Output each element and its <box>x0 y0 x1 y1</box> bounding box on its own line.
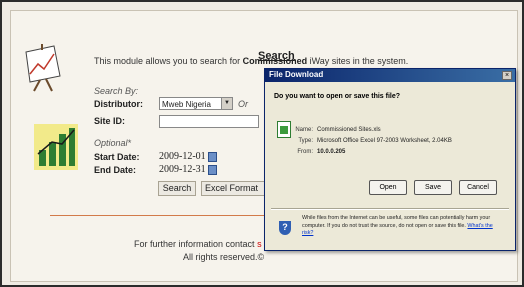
intro-prefix: This module allows you to search for <box>94 56 243 66</box>
footer-contact-text: For further information contact <box>134 239 258 249</box>
chart-easel-icon <box>25 44 61 92</box>
divider <box>50 215 264 216</box>
distributor-label: Distributor: <box>94 99 143 109</box>
start-date-label: Start Date: <box>94 152 140 162</box>
open-button[interactable]: Open <box>369 180 407 195</box>
footer-copyright: All rights reserved.© <box>183 252 265 262</box>
page-frame: Search This module allows you to search … <box>0 0 524 287</box>
file-download-dialog: File Download × Do you want to open or s… <box>264 68 516 251</box>
intro-suffix: iWay sites in the system. <box>307 56 409 66</box>
footer-contact: For further information contact s <box>134 239 262 249</box>
file-name-value: Commissioned Sites.xls <box>317 127 381 133</box>
start-date-value: 2009-12-01 <box>159 151 206 162</box>
file-name-label: Name: <box>295 127 313 133</box>
search-button[interactable]: Search <box>158 181 196 196</box>
cancel-button[interactable]: Cancel <box>459 180 497 195</box>
file-type-label: Type: <box>298 138 313 144</box>
close-icon[interactable]: × <box>502 71 512 80</box>
search-by-label: Search By: <box>94 86 139 96</box>
or-label: Or <box>238 99 248 109</box>
dialog-warning: While files from the Internet can be use… <box>302 215 502 238</box>
file-type-value: Microsoft Office Excel 97-2003 Worksheet… <box>317 138 452 144</box>
chevron-down-icon[interactable]: ▼ <box>221 98 232 109</box>
save-button[interactable]: Save <box>414 180 452 195</box>
end-date-value: 2009-12-31 <box>159 164 206 175</box>
calendar-icon[interactable] <box>208 152 217 162</box>
distributor-select-value: Mweb Nigeria <box>162 100 211 109</box>
distributor-select[interactable]: Mweb Nigeria ▼ <box>159 97 233 110</box>
intro-bold: Commissioned <box>242 56 308 66</box>
excel-format-button[interactable]: Excel Format <box>201 181 267 196</box>
site-id-label: Site ID: <box>94 116 126 126</box>
footer-contact-link[interactable]: s <box>257 239 262 249</box>
dialog-question: Do you want to open or save this file? <box>274 93 401 100</box>
end-date-label: End Date: <box>94 165 137 175</box>
bar-chart-icon <box>34 124 78 170</box>
calendar-icon[interactable] <box>208 165 217 175</box>
dialog-divider-highlight <box>271 209 509 210</box>
intro-text: This module allows you to search for Com… <box>94 56 408 66</box>
dialog-title: File Download <box>269 70 324 79</box>
site-id-input[interactable] <box>159 115 259 128</box>
dialog-titlebar[interactable]: File Download × <box>265 69 515 82</box>
file-from-value: 10.0.0.205 <box>317 149 346 155</box>
security-shield-icon: ? <box>279 221 291 235</box>
optional-label: Optional* <box>94 138 132 148</box>
warning-text: While files from the Internet can be use… <box>302 215 491 229</box>
file-from-label: From: <box>297 149 313 155</box>
